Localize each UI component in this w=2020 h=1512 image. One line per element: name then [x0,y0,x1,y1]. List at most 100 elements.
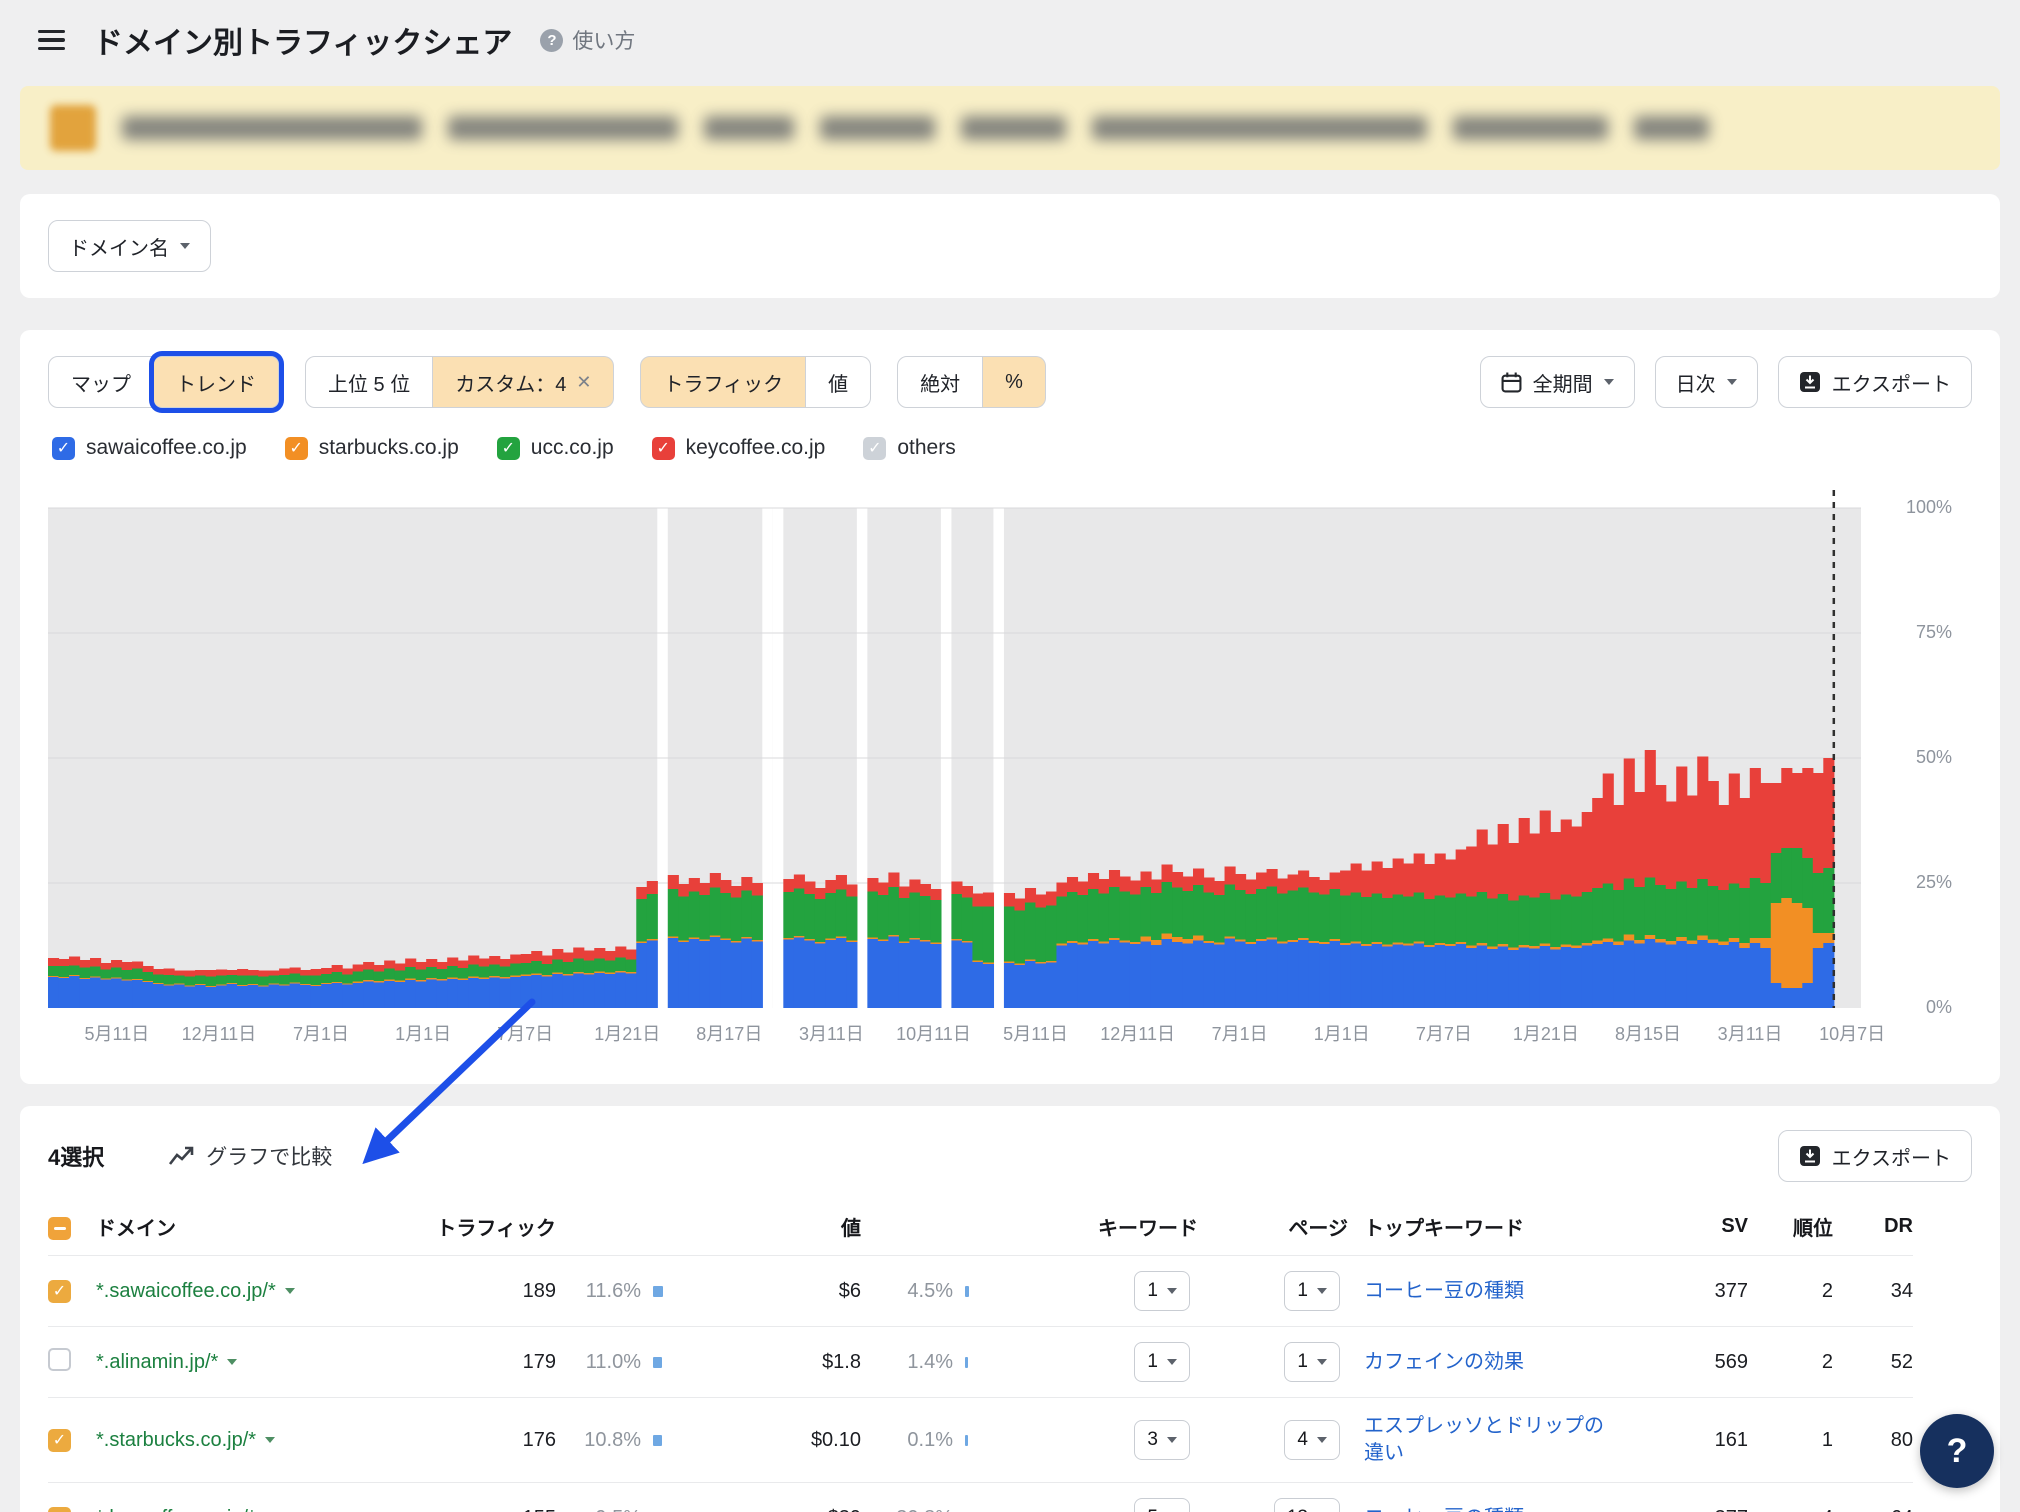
checked-checkbox-icon[interactable]: ✓ [52,437,75,460]
rank-value: 2 [1748,1280,1833,1303]
compare-in-chart-link[interactable]: グラフで比較 [168,1141,332,1171]
pages-select[interactable]: 4 [1284,1420,1340,1460]
col-header-pages[interactable]: ページ [1198,1212,1348,1241]
dr-value: 34 [1833,1280,1913,1303]
metric-segment: トラフィック 値 [640,356,871,408]
view-trend-button[interactable]: トレンド [154,356,279,408]
unchecked-checkbox-icon[interactable]: ✓ [863,437,886,460]
table-export-button[interactable]: エクスポート [1778,1130,1972,1182]
x-axis-label: 7月7日 [497,1020,553,1046]
help-fab[interactable]: ? [1920,1414,1994,1488]
sv-value: 161 [1648,1429,1748,1452]
legend-item[interactable]: ✓sawaicoffee.co.jp [52,436,247,460]
menu-icon[interactable] [38,30,65,51]
col-header-value[interactable]: 値 [731,1212,861,1241]
x-axis-label: 7月1日 [1212,1020,1268,1046]
top-keyword-link[interactable]: カフェインの効果 [1364,1349,1524,1376]
checked-checkbox-icon[interactable]: ✓ [497,437,520,460]
domain-link[interactable]: *.keycoffee.co.jp/* [96,1507,256,1512]
traffic-share-plot[interactable]: 5月11日12月11日7月1日1月1日7月7日1月21日8月17日3月11日10… [48,488,1861,1064]
col-header-rank[interactable]: 順位 [1748,1212,1833,1241]
close-icon[interactable]: ✕ [576,372,591,393]
sv-value: 377 [1648,1507,1748,1512]
checked-checkbox-icon[interactable]: ✓ [652,437,675,460]
chevron-down-icon [1727,379,1737,385]
chart-area: 5月11日12月11日7月1日1月1日7月7日1月21日8月17日3月11日10… [48,488,1972,1064]
legend-item[interactable]: ✓ others [863,436,955,460]
row-checkbox[interactable] [48,1348,71,1371]
value-percent: 1.4% [861,1351,953,1374]
y-axis-label: 0% [1926,997,1952,1018]
keywords-select[interactable]: 3 [1134,1420,1190,1460]
traffic-percent: 11.0% [556,1351,641,1374]
chart-export-button[interactable]: エクスポート [1778,356,1972,408]
value-share-bar [965,1435,968,1446]
col-header-top-keyword[interactable]: トップキーワード [1348,1212,1648,1241]
pages-select[interactable]: 13 [1274,1498,1340,1512]
legend-label: others [897,436,955,460]
domain-name-filter-button[interactable]: ドメイン名 [48,220,211,272]
domain-caret-icon[interactable] [285,1288,295,1294]
domain-caret-icon[interactable] [265,1437,275,1443]
redacted-text [448,116,678,140]
keywords-select[interactable]: 1 [1134,1342,1190,1382]
top-header: ドメイン別トラフィックシェア ? 使い方 [0,0,2020,80]
metric-value-button[interactable]: 値 [806,356,871,408]
custom-selection-button[interactable]: カスタム：4 ✕ [433,356,614,408]
col-header-keywords[interactable]: キーワード [1038,1212,1198,1241]
pages-select[interactable]: 1 [1284,1342,1340,1382]
view-map-button[interactable]: マップ [48,356,154,408]
value-amount: $1.8 [731,1351,861,1374]
legend-item[interactable]: ✓ucc.co.jp [497,436,614,460]
row-checkbox[interactable]: ✓ [48,1507,71,1512]
metric-traffic-button[interactable]: トラフィック [640,356,806,408]
traffic-share-chart-svg[interactable] [48,488,1861,1008]
period-label: 全期間 [1533,368,1593,397]
domain-link[interactable]: *.sawaicoffee.co.jp/* [96,1280,276,1303]
col-header-traffic[interactable]: トラフィック [406,1212,556,1241]
pages-select-value: 1 [1297,1351,1308,1373]
y-axis-label: 100% [1906,497,1952,518]
value-percent: 30.8% [861,1507,953,1512]
select-all-checkbox[interactable] [48,1217,71,1240]
usage-help-link[interactable]: ? 使い方 [540,25,635,55]
granularity-select-button[interactable]: 日次 [1655,356,1758,408]
checked-checkbox-icon[interactable]: ✓ [285,437,308,460]
usage-help-label: 使い方 [572,25,635,55]
col-header-dr[interactable]: DR [1833,1215,1913,1238]
pages-select-value: 4 [1297,1429,1308,1451]
col-header-sv[interactable]: SV [1648,1215,1748,1238]
period-select-button[interactable]: 全期間 [1480,356,1635,408]
traffic-share-bar [653,1286,663,1297]
redacted-text [122,116,422,140]
traffic-value: 189 [406,1280,556,1303]
row-checkbox[interactable]: ✓ [48,1429,71,1452]
x-axis-label: 3月11日 [1718,1020,1783,1046]
table-row: ✓*.keycoffee.co.jp/*1559.5%$3930.8%513コー… [48,1482,1913,1512]
comparison-table-card: 4選択 グラフで比較 エクスポート ドメイン トラフィック [20,1106,2000,1512]
pages-select[interactable]: 1 [1284,1271,1340,1311]
keywords-select[interactable]: 5 [1134,1498,1190,1512]
row-checkbox[interactable]: ✓ [48,1280,71,1303]
top5-button[interactable]: 上位 5 位 [305,356,433,408]
x-axis-label: 12月11日 [1100,1020,1175,1046]
domain-link[interactable]: *.starbucks.co.jp/* [96,1429,256,1452]
y-axis-label: 25% [1916,872,1952,893]
top-keyword-link[interactable]: コーヒー豆の種類 [1364,1505,1524,1512]
redacted-text [820,116,935,140]
legend-item[interactable]: ✓starbucks.co.jp [285,436,459,460]
redacted-text [1092,116,1427,140]
col-header-domain[interactable]: ドメイン [96,1212,406,1241]
keywords-select[interactable]: 1 [1134,1271,1190,1311]
unit-percent-button[interactable]: % [983,356,1046,408]
chart-export-label: エクスポート [1832,368,1951,397]
legend-item[interactable]: ✓keycoffee.co.jp [652,436,826,460]
domain-name-filter-label: ドメイン名 [69,232,169,261]
top-keyword-link[interactable]: コーヒー豆の種類 [1364,1278,1524,1305]
custom-selection-label: カスタム：4 [455,368,566,397]
top-keyword-link[interactable]: エスプレッソとドリップの違い [1364,1413,1614,1467]
domain-link[interactable]: *.alinamin.jp/* [96,1351,218,1374]
unit-absolute-button[interactable]: 絶対 [897,356,983,408]
domain-caret-icon[interactable] [227,1359,237,1365]
traffic-share-bar [653,1435,662,1446]
